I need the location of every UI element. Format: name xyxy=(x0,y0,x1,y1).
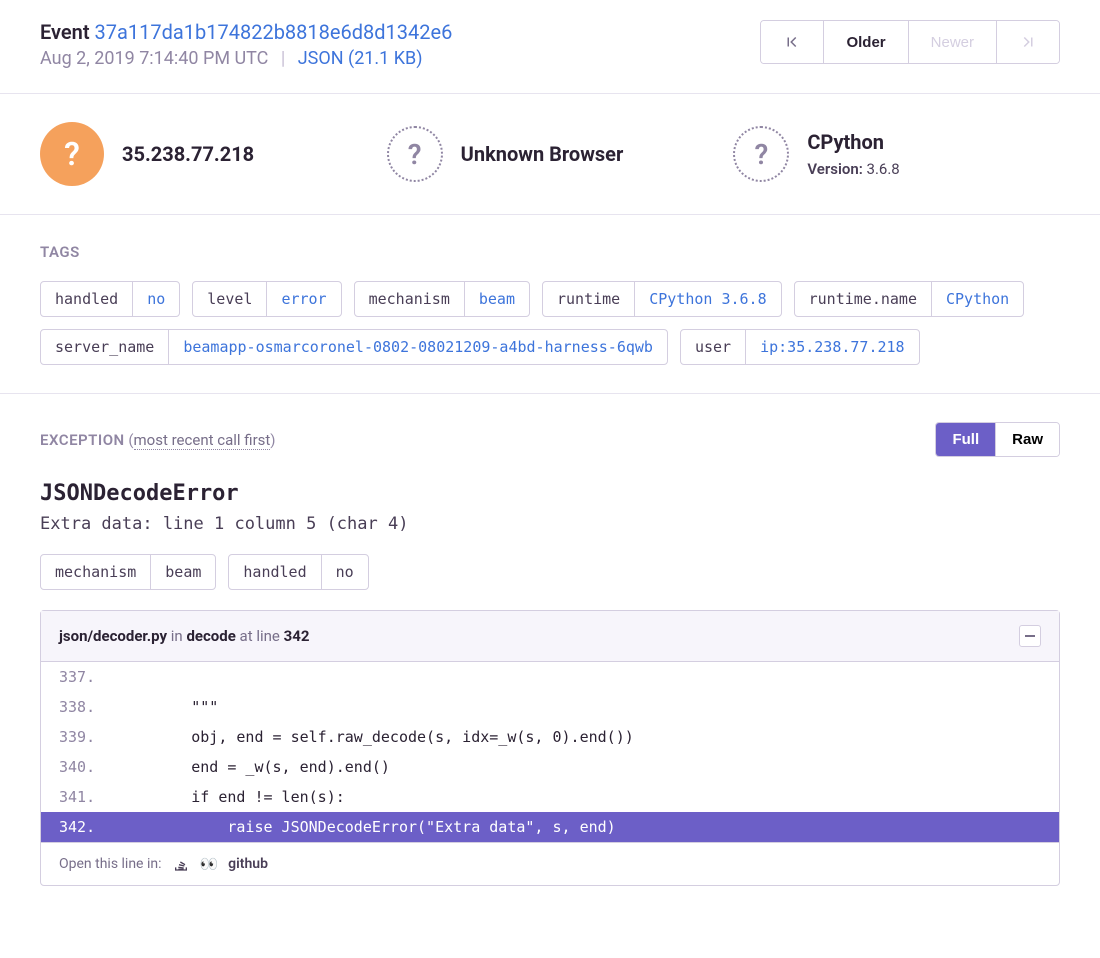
line-code: if end != len(s): xyxy=(119,788,345,806)
collapse-button[interactable] xyxy=(1019,625,1041,647)
tag-value: beamapp-osmarcoronel-0802-08021209-a4bd-… xyxy=(169,330,667,364)
stackoverflow-icon[interactable] xyxy=(173,856,189,872)
nav-newer-button: Newer xyxy=(909,21,997,63)
tags-section: TAGS handlednolevelerrormechanismbeamrun… xyxy=(0,215,1100,394)
line-code: obj, end = self.raw_decode(s, idx=_w(s, … xyxy=(119,728,634,746)
event-nav: Older Newer xyxy=(760,20,1060,64)
frame-line: 342 xyxy=(284,627,310,645)
frame-at: at line xyxy=(240,627,280,645)
code-line: 340. end = _w(s, end).end() xyxy=(41,752,1059,782)
line-number: 342. xyxy=(59,818,119,836)
tag-handled[interactable]: handledno xyxy=(228,554,368,590)
context-browser-name: Unknown Browser xyxy=(461,142,624,166)
version-value: 3.6.8 xyxy=(867,160,900,178)
minus-icon xyxy=(1025,635,1035,637)
event-label: Event xyxy=(40,20,90,44)
tag-key: level xyxy=(193,282,267,316)
separator: | xyxy=(281,48,285,69)
context-ip: 35.238.77.218 xyxy=(122,142,254,166)
tag-user[interactable]: userip:35.238.77.218 xyxy=(680,329,920,365)
tag-value: ip:35.238.77.218 xyxy=(746,330,919,364)
toggle-full-button[interactable]: Full xyxy=(936,423,996,456)
tag-value: no xyxy=(133,282,179,316)
context-runtime-name: CPython xyxy=(807,130,899,154)
tag-mechanism[interactable]: mechanismbeam xyxy=(40,554,216,590)
context-row: ? 35.238.77.218 ? Unknown Browser ? CPyt… xyxy=(0,94,1100,215)
exception-name: JSONDecodeError xyxy=(40,481,1060,506)
line-code: end = _w(s, end).end() xyxy=(119,758,390,776)
open-line-label: Open this line in: xyxy=(59,856,161,872)
frame-header[interactable]: json/decoder.py in decode at line 342 xyxy=(41,611,1059,662)
tag-level[interactable]: levelerror xyxy=(192,281,341,317)
frame-footer: Open this line in: 👀 github xyxy=(41,842,1059,885)
nav-oldest-button[interactable] xyxy=(761,21,824,63)
stacktrace-toggle: Full Raw xyxy=(935,422,1060,457)
toggle-raw-button[interactable]: Raw xyxy=(996,423,1059,456)
frame-in: in xyxy=(171,627,183,645)
tag-runtime[interactable]: runtimeCPython 3.6.8 xyxy=(542,281,782,317)
tag-key: mechanism xyxy=(355,282,465,316)
code-line: 338. """ xyxy=(41,692,1059,722)
event-header: Event 37a117da1b174822b8818e6d8d1342e6 A… xyxy=(0,0,1100,94)
event-timestamp: Aug 2, 2019 7:14:40 PM UTC xyxy=(40,48,268,69)
line-number: 338. xyxy=(59,698,119,716)
github-link[interactable]: github xyxy=(228,856,268,872)
tag-mechanism[interactable]: mechanismbeam xyxy=(354,281,530,317)
exception-message: Extra data: line 1 column 5 (char 4) xyxy=(40,514,1060,534)
version-label: Version: xyxy=(807,160,862,178)
exception-section: EXCEPTION (most recent call first) Full … xyxy=(0,394,1100,914)
nav-older-button[interactable]: Older xyxy=(824,21,908,63)
json-download-link[interactable]: JSON (21.1 KB) xyxy=(298,48,423,69)
exception-hint[interactable]: most recent call first xyxy=(134,431,271,450)
tag-key: runtime.name xyxy=(795,282,932,316)
tag-key: runtime xyxy=(543,282,635,316)
event-title-block: Event 37a117da1b174822b8818e6d8d1342e6 A… xyxy=(40,20,452,69)
code-block: 337.338. """339. obj, end = self.raw_dec… xyxy=(41,662,1059,842)
exception-heading: EXCEPTION xyxy=(40,431,125,449)
line-number: 337. xyxy=(59,668,119,686)
skip-back-icon xyxy=(783,33,801,51)
tag-value: CPython xyxy=(932,282,1023,316)
tag-value: error xyxy=(267,282,340,316)
frame-path: json/decoder.py xyxy=(59,627,167,645)
line-number: 339. xyxy=(59,728,119,746)
code-line: 339. obj, end = self.raw_decode(s, idx=_… xyxy=(41,722,1059,752)
tag-key: user xyxy=(681,330,746,364)
line-number: 340. xyxy=(59,758,119,776)
code-line: 342. raise JSONDecodeError("Extra data",… xyxy=(41,812,1059,842)
skip-forward-icon xyxy=(1019,33,1037,51)
context-user: ? 35.238.77.218 xyxy=(40,122,367,186)
question-icon: ? xyxy=(40,122,104,186)
tag-value: beam xyxy=(151,555,215,589)
tag-value: CPython 3.6.8 xyxy=(635,282,780,316)
tag-key: server_name xyxy=(41,330,169,364)
tag-key: mechanism xyxy=(41,555,151,589)
context-browser: ? Unknown Browser xyxy=(387,122,714,186)
tag-value: beam xyxy=(465,282,529,316)
line-number: 341. xyxy=(59,788,119,806)
tag-runtime.name[interactable]: runtime.nameCPython xyxy=(794,281,1025,317)
code-line: 337. xyxy=(41,662,1059,692)
tag-key: handled xyxy=(41,282,133,316)
stack-frame: json/decoder.py in decode at line 342 33… xyxy=(40,610,1060,886)
event-id-link[interactable]: 37a117da1b174822b8818e6d8d1342e6 xyxy=(95,20,453,44)
exception-tags: mechanismbeam handledno xyxy=(40,554,1060,590)
line-code: raise JSONDecodeError("Extra data", s, e… xyxy=(119,818,616,836)
tag-key: handled xyxy=(229,555,321,589)
question-icon: ? xyxy=(387,126,443,182)
question-icon: ? xyxy=(733,126,789,182)
line-code: """ xyxy=(119,698,218,716)
tag-server_name[interactable]: server_namebeamapp-osmarcoronel-0802-080… xyxy=(40,329,668,365)
frame-function: decode xyxy=(186,627,235,645)
code-line: 341. if end != len(s): xyxy=(41,782,1059,812)
tags-list: handlednolevelerrormechanismbeamruntimeC… xyxy=(40,281,1060,365)
tag-handled[interactable]: handledno xyxy=(40,281,180,317)
tags-heading: TAGS xyxy=(40,243,1060,261)
eyes-icon[interactable]: 👀 xyxy=(199,855,218,873)
nav-newest-button xyxy=(997,21,1059,63)
context-runtime: ? CPython Version: 3.6.8 xyxy=(733,122,1060,186)
tag-value: no xyxy=(322,555,368,589)
